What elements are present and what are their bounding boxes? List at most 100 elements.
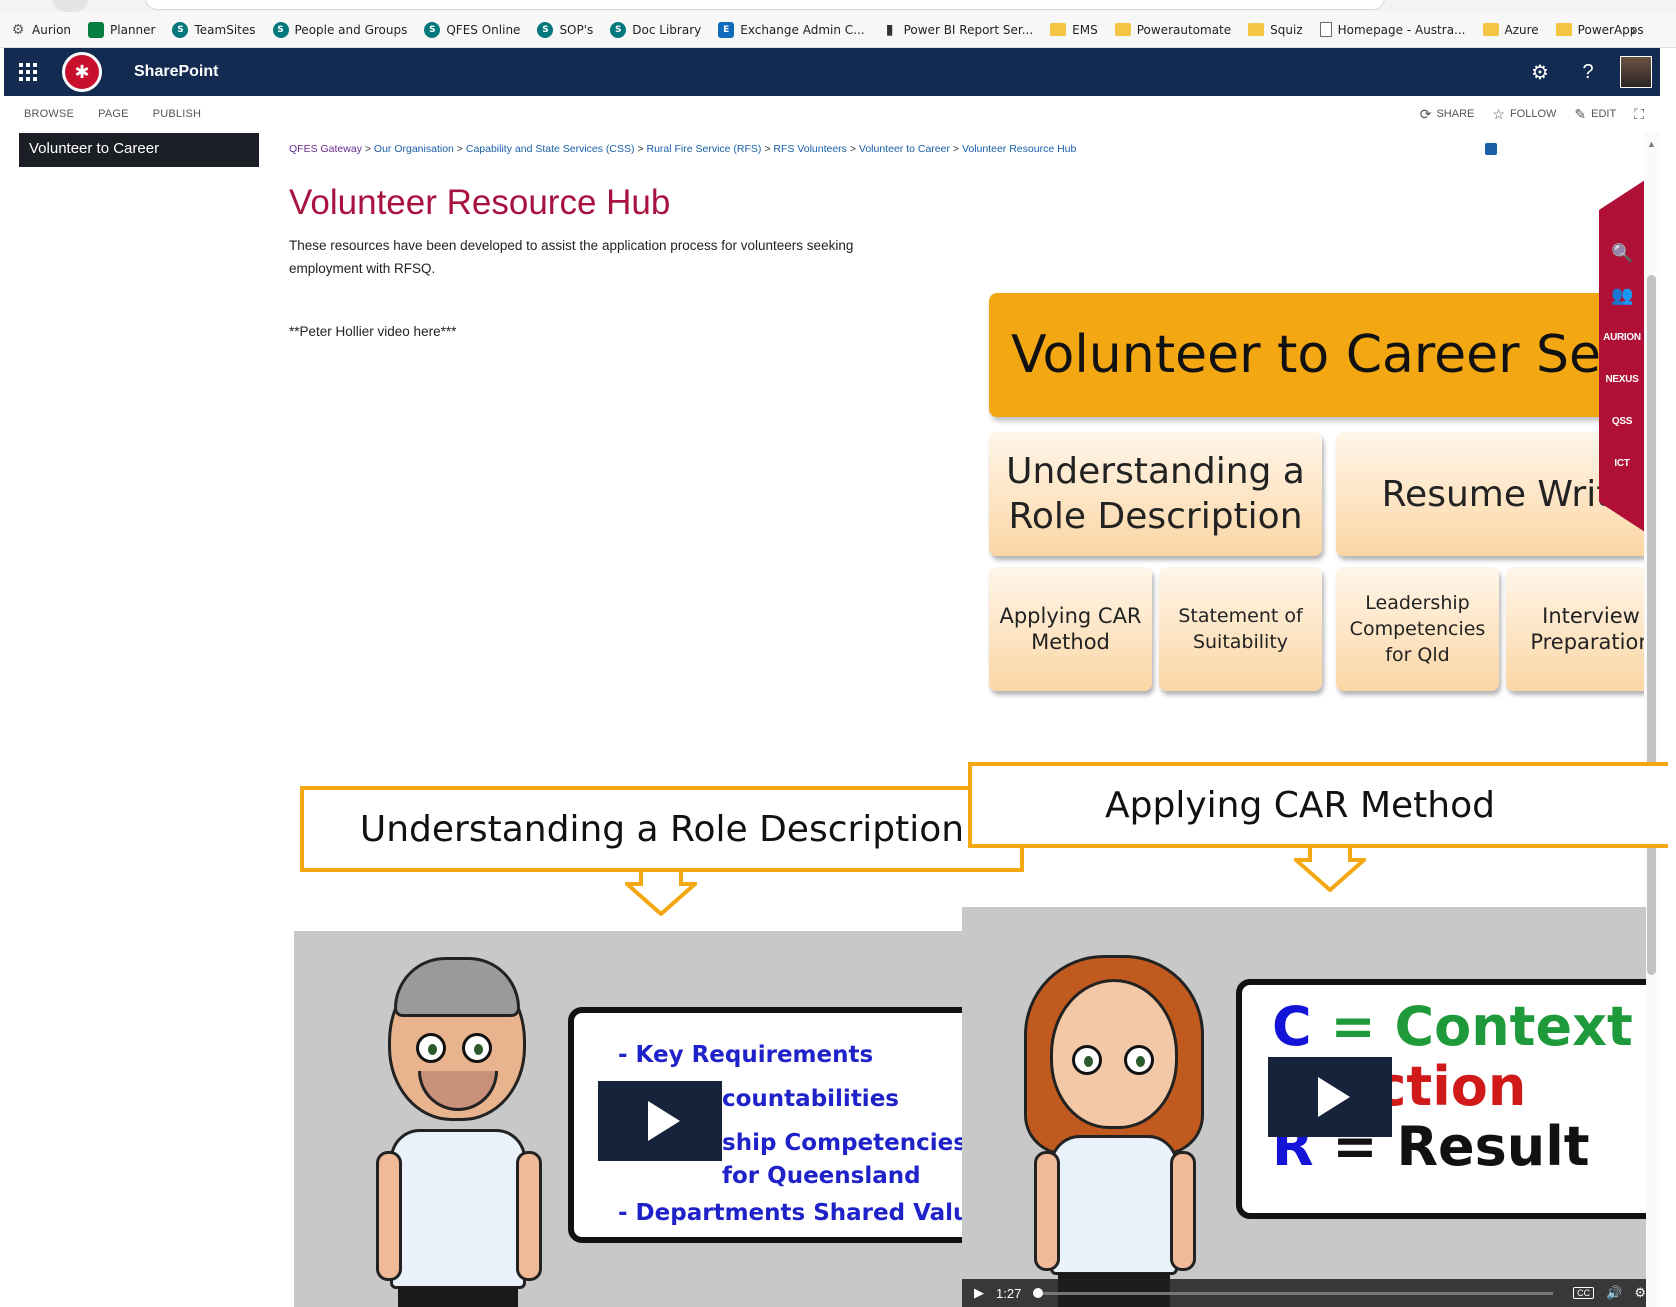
- quicklink-nexus[interactable]: NEXUS: [1599, 358, 1645, 400]
- tile-understanding-role[interactable]: Understanding a Role Description: [989, 432, 1322, 556]
- scroll-up-arrow-icon[interactable]: ▲: [1647, 139, 1656, 149]
- browser-top-strip: [0, 0, 1676, 12]
- callout-applying-car: Applying CAR Method: [968, 762, 1668, 848]
- tile-interview-preparation[interactable]: Interview Preparation: [1506, 567, 1645, 691]
- bookmark-item[interactable]: EMS: [1050, 23, 1098, 37]
- bookmark-item[interactable]: E Exchange Admin C...: [718, 21, 865, 38]
- car-word: = Context: [1330, 995, 1633, 1058]
- bookmark-item[interactable]: S People and Groups: [272, 21, 407, 38]
- tab-page[interactable]: PAGE: [98, 108, 129, 120]
- breadcrumb-link[interactable]: QFES Gateway: [289, 143, 362, 155]
- print-icon[interactable]: [1485, 143, 1497, 155]
- breadcrumb-separator: >: [453, 143, 466, 155]
- board-line: - Key Requirements: [618, 1042, 874, 1068]
- bookmark-item[interactable]: Homepage - Austra...: [1319, 22, 1466, 37]
- character-eye: [462, 1033, 492, 1063]
- folder-icon: [1114, 23, 1131, 36]
- breadcrumb-link[interactable]: RFS Volunteers: [773, 143, 847, 155]
- sharepoint-icon: S: [272, 21, 289, 38]
- follow-button[interactable]: ☆ FOLLOW: [1492, 106, 1556, 123]
- cartoon-male-officer: [376, 951, 556, 1307]
- bookmark-item[interactable]: Planner: [88, 21, 155, 38]
- character-pants: [398, 1287, 518, 1307]
- app-launcher-button[interactable]: [4, 48, 52, 96]
- breadcrumb-link[interactable]: Volunteer Resource Hub: [962, 143, 1076, 155]
- tile-resume-writing[interactable]: Resume Writi: [1336, 432, 1645, 556]
- breadcrumb: QFES Gateway > Our Organisation > Capabi…: [289, 143, 1076, 155]
- bookmark-item[interactable]: S TeamSites: [172, 21, 256, 38]
- focus-mode-button[interactable]: ⛶: [1634, 106, 1644, 123]
- video-understanding-role[interactable]: - Key Requirements countabilities ship C…: [294, 931, 962, 1307]
- folder-icon: [1248, 23, 1265, 36]
- bookmark-item[interactable]: ▮ Power BI Report Ser...: [882, 22, 1033, 38]
- play-icon: [1318, 1077, 1350, 1117]
- avatar[interactable]: [1620, 56, 1652, 88]
- reload-button[interactable]: [52, 0, 88, 12]
- breadcrumb-link[interactable]: Rural Fire Service (RFS): [646, 143, 761, 155]
- character-eye: [1124, 1045, 1154, 1075]
- character-arm: [376, 1151, 402, 1281]
- play-control-icon[interactable]: ▶: [974, 1285, 984, 1301]
- folder-icon: [1050, 23, 1067, 36]
- video-progress-bar[interactable]: [1033, 1287, 1554, 1298]
- volume-icon[interactable]: 🔊: [1606, 1285, 1622, 1301]
- tab-browse[interactable]: BROWSE: [24, 108, 74, 120]
- follow-label: FOLLOW: [1509, 108, 1557, 120]
- breadcrumb-separator: >: [761, 143, 774, 155]
- breadcrumb-link[interactable]: Volunteer to Career: [859, 143, 950, 155]
- character-shirt: [1050, 1135, 1178, 1275]
- share-label: SHARE: [1436, 108, 1475, 120]
- quicklink-aurion[interactable]: AURION: [1599, 316, 1645, 358]
- suite-title[interactable]: SharePoint: [134, 63, 218, 81]
- leftnav-item-volunteer-to-career[interactable]: Volunteer to Career: [19, 133, 259, 167]
- breadcrumb-separator: >: [949, 143, 962, 155]
- captions-button[interactable]: CC: [1573, 1287, 1595, 1299]
- bookmark-label: TeamSites: [194, 22, 256, 37]
- edit-label: EDIT: [1591, 108, 1617, 120]
- address-bar[interactable]: [145, 0, 1385, 10]
- quicklink-ict[interactable]: ICT: [1599, 442, 1645, 484]
- character-eye: [416, 1033, 446, 1063]
- bookmark-item[interactable]: S SOP's: [537, 21, 594, 38]
- bookmark-item[interactable]: Azure: [1482, 23, 1539, 37]
- play-button[interactable]: [598, 1081, 722, 1161]
- intro-text: These resources have been developed to a…: [289, 238, 854, 276]
- bookmark-item[interactable]: Powerautomate: [1114, 23, 1231, 37]
- settings-gear-icon[interactable]: ⚙: [1516, 48, 1564, 96]
- tile-leadership-competencies[interactable]: Leadership Competencies for Qld: [1336, 567, 1499, 691]
- planner-icon: [88, 21, 105, 38]
- bookmark-label: Squiz: [1270, 22, 1303, 37]
- tile-statement-suitability[interactable]: Statement of Suitability: [1159, 567, 1322, 691]
- bookmark-label: SOP's: [559, 22, 594, 37]
- breadcrumb-link[interactable]: Our Organisation: [374, 143, 454, 155]
- search-people-icon[interactable]: 🔍: [1599, 232, 1645, 274]
- tile-applying-car[interactable]: Applying CAR Method: [989, 567, 1152, 691]
- qfes-logo[interactable]: ✱: [62, 52, 102, 92]
- cartoon-female-officer: [1024, 955, 1204, 1307]
- progress-handle[interactable]: [1033, 1287, 1044, 1298]
- breadcrumb-link[interactable]: Capability and State Services (CSS): [466, 143, 635, 155]
- board-line: - Departments Shared Value: [618, 1200, 962, 1226]
- page-root: ⚙ Aurion Planner S TeamSites S People and Grou…: [0, 0, 1676, 1307]
- bookmark-item[interactable]: Squiz: [1248, 22, 1303, 37]
- exchange-icon: E: [718, 21, 735, 38]
- share-button[interactable]: ⟳ SHARE: [1420, 106, 1475, 123]
- edit-button[interactable]: ✎ EDIT: [1574, 106, 1616, 123]
- play-button[interactable]: [1268, 1057, 1392, 1137]
- quicklink-qss[interactable]: QSS: [1599, 400, 1645, 442]
- character-arm: [1034, 1151, 1060, 1271]
- play-icon: [648, 1101, 680, 1141]
- people-icon[interactable]: 👥: [1599, 274, 1645, 316]
- video-controls: ▶ 1:27 CC 🔊 ⚙: [962, 1279, 1646, 1307]
- bookmark-item[interactable]: S Doc Library: [610, 21, 701, 38]
- settings-gear-icon[interactable]: ⚙: [1634, 1285, 1646, 1301]
- video-applying-car[interactable]: C = ContextA ActionR = Result ▶ 1:27 CC …: [962, 907, 1646, 1307]
- quicklinks-panel: 🔍 👥 AURION NEXUS QSS ICT: [1599, 180, 1645, 532]
- bookmark-item[interactable]: S QFES Online: [424, 21, 520, 38]
- character-arm: [516, 1151, 542, 1281]
- bookmark-item[interactable]: ⚙ Aurion: [10, 22, 71, 38]
- tab-publish[interactable]: PUBLISH: [153, 108, 201, 120]
- chevron-right-icon[interactable]: ›: [1630, 20, 1636, 41]
- help-icon[interactable]: ?: [1564, 48, 1612, 96]
- scrollbar-thumb[interactable]: [1647, 275, 1656, 975]
